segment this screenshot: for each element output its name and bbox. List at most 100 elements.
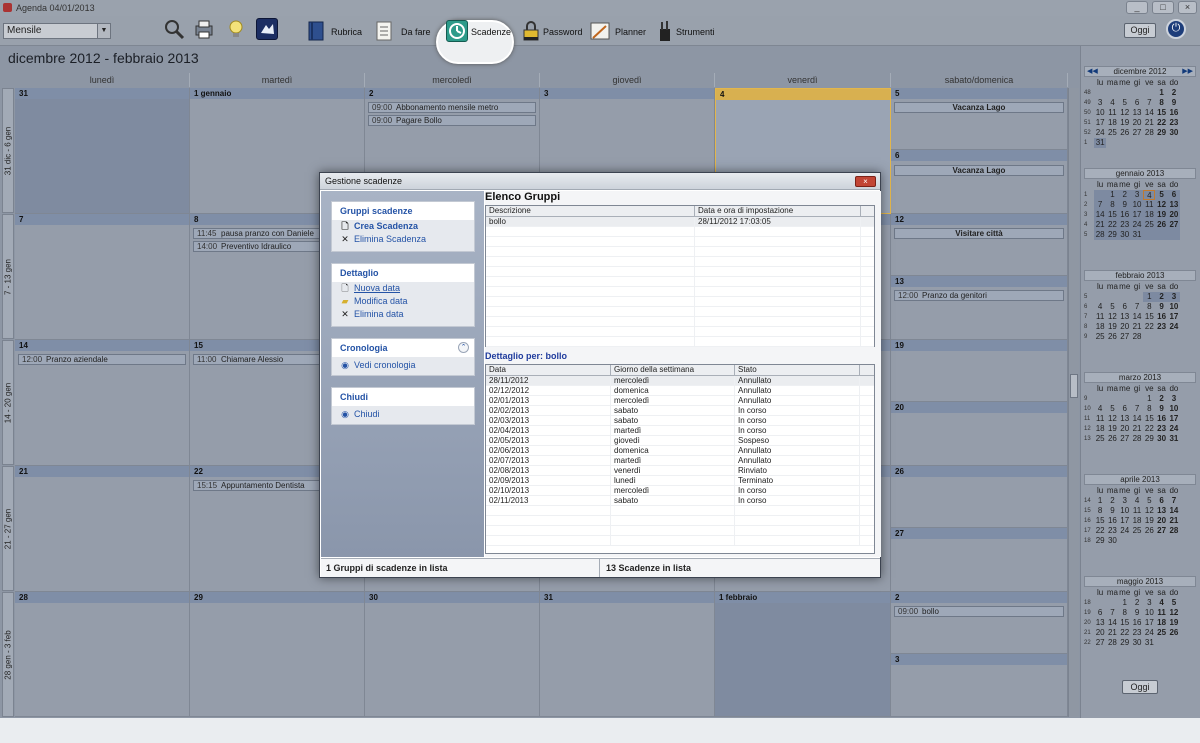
mini-day[interactable]: 16 (1155, 312, 1167, 322)
dialog-close-button[interactable]: × (855, 176, 876, 187)
calendar-event[interactable]: 09:00 bollo (894, 606, 1064, 617)
table-row[interactable]: 02/07/2013 martedì Annullato (486, 456, 874, 466)
mini-day[interactable]: 25 (1094, 434, 1106, 444)
mini-day[interactable]: 20 (1119, 322, 1131, 332)
mini-day[interactable]: 28 (1106, 638, 1118, 648)
create-deadline-link[interactable]: 🗋 Crea Scadenza (332, 220, 474, 233)
mini-day[interactable]: 27 (1119, 434, 1131, 444)
column-header[interactable]: Descrizione (486, 206, 695, 216)
mini-day[interactable]: 26 (1143, 526, 1155, 536)
mini-day[interactable]: 23 (1131, 628, 1143, 638)
column-header[interactable]: Stato (735, 365, 860, 375)
da-fare-button[interactable]: Da fare (401, 27, 431, 37)
tools-icon[interactable] (655, 20, 677, 42)
mini-day[interactable]: 9 (1168, 98, 1180, 108)
table-row[interactable] (486, 307, 874, 317)
table-row[interactable]: 02/02/2013 sabato In corso (486, 406, 874, 416)
mini-calendar-title[interactable]: febbraio 2013 (1084, 270, 1196, 281)
mini-day[interactable]: 30 (1168, 128, 1180, 138)
mini-day[interactable]: 30 (1155, 434, 1167, 444)
close-link[interactable]: ◉ Chiudi (332, 408, 474, 421)
mini-day[interactable]: 8 (1094, 506, 1106, 516)
groups-table[interactable]: Descrizione Data e ora di impostazione b… (485, 205, 875, 347)
mini-day[interactable]: 28 (1131, 434, 1143, 444)
column-header[interactable]: Data (486, 365, 611, 375)
mini-day[interactable]: 12 (1143, 506, 1155, 516)
mini-day[interactable]: 24 (1168, 424, 1180, 434)
mini-day[interactable]: 2 (1131, 598, 1143, 608)
mini-day[interactable]: 14 (1106, 618, 1118, 628)
day-cell[interactable]: 3 (891, 654, 1068, 717)
mini-calendar-title[interactable]: ◀◀ dicembre 2012 ▶▶ (1084, 66, 1196, 77)
day-cell[interactable]: 6 Vacanza Lago (891, 150, 1068, 214)
mini-day[interactable]: 25 (1131, 526, 1143, 536)
mini-day[interactable]: 2 (1106, 496, 1118, 506)
mini-day[interactable]: 19 (1155, 210, 1168, 220)
mini-day[interactable]: 1 (1119, 598, 1131, 608)
print-icon[interactable] (193, 18, 215, 40)
mini-calendar-title[interactable]: gennaio 2013 (1084, 168, 1196, 179)
clock-icon[interactable] (446, 20, 468, 42)
mini-day[interactable]: 20 (1167, 210, 1181, 220)
mini-day[interactable]: 27 (1094, 638, 1106, 648)
day-cell[interactable]: 28 (15, 592, 190, 717)
mini-day[interactable]: 13 (1131, 108, 1143, 118)
mini-day[interactable]: 4 (1143, 190, 1156, 200)
table-row[interactable] (486, 257, 874, 267)
detail-table[interactable]: Data Giorno della settimana Stato 28/11/… (485, 364, 875, 554)
day-cell[interactable]: 14 12:00 Pranzo aziendale (15, 340, 190, 466)
mini-day[interactable]: 5 (1119, 98, 1131, 108)
mini-day[interactable]: 6 (1131, 98, 1143, 108)
mini-day[interactable]: 15 (1119, 618, 1131, 628)
mini-day[interactable]: 25 (1155, 628, 1167, 638)
mini-day[interactable]: 9 (1131, 608, 1143, 618)
mini-day[interactable]: 16 (1155, 414, 1167, 424)
mini-day[interactable]: 4 (1094, 404, 1106, 414)
mini-day[interactable]: 30 (1106, 536, 1118, 546)
mini-day[interactable]: 16 (1168, 108, 1180, 118)
mini-day[interactable]: 17 (1130, 210, 1144, 220)
scrollbar-thumb[interactable] (1070, 374, 1078, 398)
mini-day[interactable]: 12 (1119, 108, 1131, 118)
table-row[interactable]: 02/10/2013 mercoledì In corso (486, 486, 874, 496)
mini-day[interactable]: 31 (1168, 434, 1180, 444)
mini-day[interactable]: 19 (1168, 618, 1180, 628)
mini-day[interactable]: 18 (1143, 210, 1156, 220)
maximize-button[interactable]: □ (1152, 1, 1174, 14)
mini-day[interactable]: 10 (1130, 200, 1144, 210)
mini-day[interactable]: 11 (1106, 108, 1118, 118)
calendar-event[interactable]: Vacanza Lago (894, 165, 1064, 176)
mini-day[interactable]: 8 (1143, 404, 1155, 414)
calendar-event[interactable]: Visitare città (894, 228, 1064, 239)
mini-day[interactable]: 3 (1119, 496, 1131, 506)
power-icon[interactable]: ⏻ (1166, 19, 1186, 39)
table-row[interactable]: 02/05/2013 giovedì Sospeso (486, 436, 874, 446)
mini-day[interactable]: 28 (1168, 526, 1180, 536)
mini-day[interactable]: 16 (1131, 618, 1143, 628)
mini-day[interactable]: 1 (1106, 190, 1119, 200)
mini-day[interactable]: 22 (1143, 424, 1155, 434)
close-window-button[interactable]: × (1178, 1, 1197, 14)
calendar-event[interactable]: 12:00 Pranzo da genitori (894, 290, 1064, 301)
mini-day[interactable]: 2 (1155, 394, 1167, 404)
mini-day[interactable]: 7 (1094, 200, 1107, 210)
table-row[interactable] (486, 317, 874, 327)
mini-day[interactable]: 22 (1094, 526, 1106, 536)
mini-day[interactable]: 17 (1168, 414, 1180, 424)
mini-day[interactable]: 21 (1131, 322, 1143, 332)
day-cell[interactable]: 13 12:00 Pranzo da genitori (891, 276, 1068, 340)
mini-calendar-title[interactable]: aprile 2013 (1084, 474, 1196, 485)
day-cell[interactable]: 29 (190, 592, 365, 717)
mini-day[interactable]: 13 (1119, 312, 1131, 322)
mini-day[interactable]: 29 (1143, 434, 1155, 444)
mini-day[interactable]: 2 (1155, 292, 1168, 302)
mini-day[interactable]: 3 (1094, 98, 1106, 108)
mini-day[interactable]: 12 (1106, 414, 1118, 424)
mini-day[interactable]: 1 (1143, 394, 1155, 404)
password-button[interactable]: Password (543, 27, 583, 37)
table-row[interactable]: 28/11/2012 mercoledì Annullato (486, 376, 874, 386)
mini-day[interactable]: 19 (1106, 322, 1118, 332)
mini-day[interactable]: 1 (1143, 292, 1156, 302)
mini-day[interactable]: 14 (1094, 210, 1107, 220)
mini-day[interactable]: 13 (1167, 200, 1181, 210)
